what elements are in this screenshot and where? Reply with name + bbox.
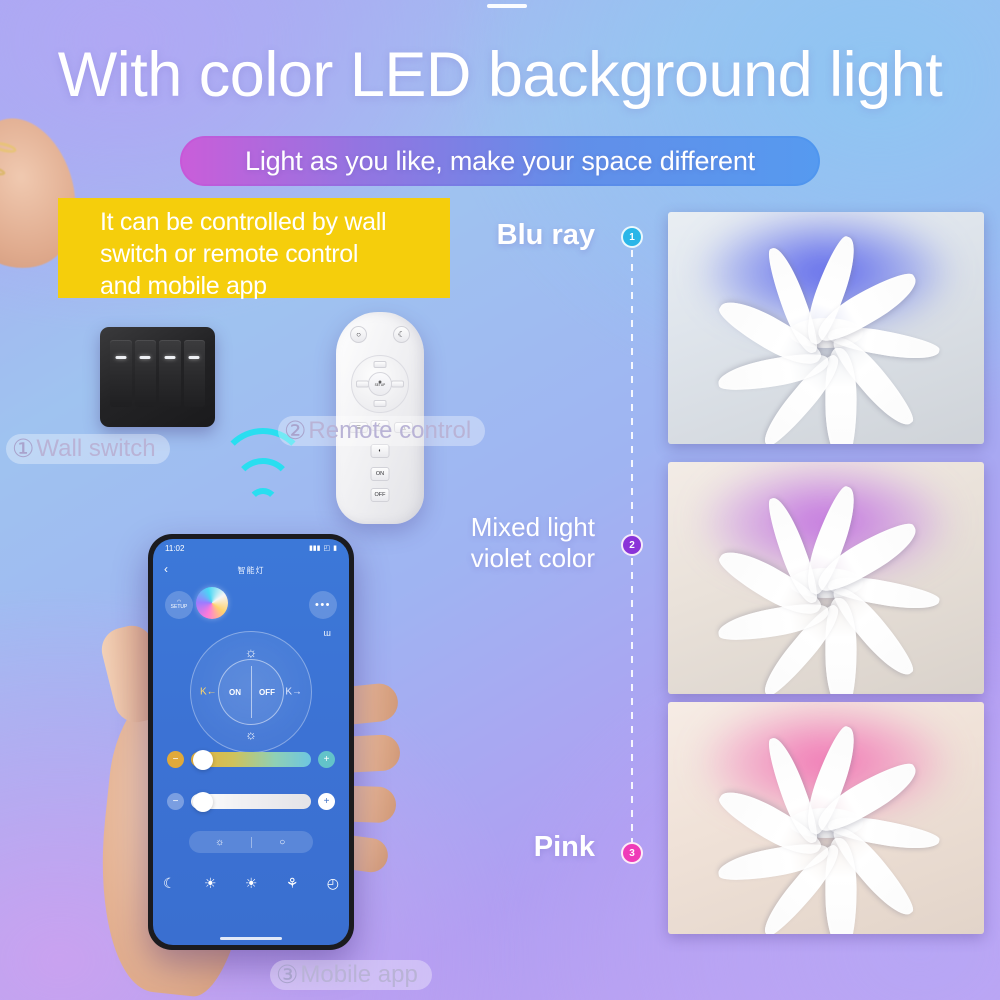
bottom-icon-bar: ☾ ☀ ☀ ⚘ ◴: [163, 875, 339, 892]
lamp-petals: [696, 722, 956, 934]
caption-remote-control: ② Remote control: [278, 416, 486, 446]
color-temperature-slider-row[interactable]: − +: [167, 749, 335, 770]
setup-button[interactable]: ◠ SETUP: [165, 591, 193, 619]
remote-pad-right: [391, 380, 404, 388]
page-title: With color LED background light: [57, 40, 943, 110]
temperature-slider-knob[interactable]: [193, 749, 213, 770]
remote-pad-down: [373, 400, 387, 407]
divider: [251, 666, 252, 718]
top-notch-bar: [487, 4, 527, 8]
remote-moon-button: ☾: [393, 326, 410, 343]
color-picker-button[interactable]: [196, 587, 228, 619]
product-photo-violet: [668, 462, 984, 694]
lamp-petals: [696, 232, 956, 444]
power-on-button[interactable]: ON: [219, 688, 251, 697]
ring-icon: [0, 139, 18, 155]
microphone-icon[interactable]: ᵚ: [324, 627, 331, 642]
caption-number: ①: [12, 435, 35, 463]
violet-label-line-1: Mixed light: [470, 512, 595, 542]
power-toggle[interactable]: ON OFF: [218, 659, 284, 725]
light-mode-label-violet: Mixed light violet color: [300, 512, 595, 573]
brightness-increase-button[interactable]: +: [318, 793, 335, 810]
status-time: 11:02: [165, 543, 185, 553]
remote-setup-button: ◉ SETUP: [368, 372, 392, 396]
brightness-decrease-button[interactable]: −: [167, 793, 184, 810]
wall-switch-device: [100, 327, 215, 427]
mode-light-button[interactable]: ☼: [189, 836, 252, 848]
brightness-slider-track[interactable]: [191, 791, 311, 812]
lamp-petals: [696, 482, 956, 694]
bright-light-icon[interactable]: ☀: [245, 875, 258, 892]
light-mode-label-blu-ray: Blu ray: [496, 219, 595, 251]
subtitle-text: Light as you like, make your space diffe…: [245, 145, 755, 176]
temperature-slider-track[interactable]: [191, 749, 311, 770]
power-dial[interactable]: ☼ ☼ K← K→ ON OFF: [190, 631, 312, 753]
brightness-down-icon[interactable]: ☼: [245, 727, 257, 742]
caption-label: Remote control: [308, 417, 472, 444]
power-off-button[interactable]: OFF: [251, 688, 283, 697]
violet-label-line-2: violet color: [470, 542, 595, 573]
switch-gang: [110, 340, 132, 407]
timeline-badge-1: 1: [621, 226, 643, 248]
mode-toggle-pill[interactable]: ☼ ○: [189, 831, 313, 853]
caption-number: ③: [276, 961, 299, 989]
remote-off-button: OFF: [370, 488, 390, 502]
setup-label: SETUP: [170, 604, 188, 610]
remote-on-button: ON: [370, 467, 390, 481]
timer-icon[interactable]: ◴: [327, 875, 339, 892]
brightness-slider-knob[interactable]: [193, 791, 213, 812]
caption-label: Wall switch: [36, 435, 156, 462]
more-options-button[interactable]: •••: [309, 591, 337, 619]
remote-bulb-button: ○: [350, 326, 367, 343]
timeline-badge-3: 3: [621, 842, 643, 864]
caption-mobile-app: ③ Mobile app: [270, 960, 432, 990]
temperature-increase-button[interactable]: +: [318, 751, 335, 768]
brightness-up-icon[interactable]: ☼: [245, 644, 258, 660]
remote-pad-up: [373, 361, 387, 368]
kelvin-down-button[interactable]: K←: [200, 687, 217, 698]
switch-gang: [134, 340, 156, 407]
ring-icon: [0, 164, 7, 178]
light-mode-label-pink: Pink: [533, 831, 595, 863]
callout-line-3: and mobile app: [100, 272, 267, 300]
kelvin-up-button[interactable]: K→: [285, 687, 302, 698]
switch-gang: [159, 340, 181, 407]
temperature-decrease-button[interactable]: −: [167, 751, 184, 768]
switch-gang: [183, 340, 205, 407]
remote-setup-label: SETUP: [374, 383, 386, 388]
app-screen: 11:02 ▮▮▮ ◰ ▮ ‹ 智能灯 ◠ SETUP ••• ᵚ ☼ ☼ K←…: [153, 539, 349, 945]
wifi-arc-inner: [247, 488, 279, 520]
mode-scene-button[interactable]: ○: [252, 837, 314, 848]
night-mode-icon[interactable]: ☾: [163, 875, 176, 892]
dim-light-icon[interactable]: ☀: [204, 875, 217, 892]
color-group-icon[interactable]: ⚘: [286, 875, 299, 892]
remote-dpad: ◉ SETUP: [351, 355, 409, 413]
remote-contrast-button: ◐: [370, 444, 390, 458]
subtitle-pill: Light as you like, make your space diffe…: [180, 136, 820, 186]
home-indicator: [220, 937, 282, 940]
product-photo-blue: [668, 212, 984, 444]
timeline-badge-2: 2: [621, 534, 643, 556]
product-photo-pink: [668, 702, 984, 934]
brightness-slider-row[interactable]: − +: [167, 791, 335, 812]
caption-number: ②: [284, 417, 307, 445]
caption-label: Mobile app: [300, 961, 418, 988]
caption-wall-switch: ① Wall switch: [6, 434, 170, 464]
smartphone-device: 11:02 ▮▮▮ ◰ ▮ ‹ 智能灯 ◠ SETUP ••• ᵚ ☼ ☼ K←…: [148, 534, 354, 950]
